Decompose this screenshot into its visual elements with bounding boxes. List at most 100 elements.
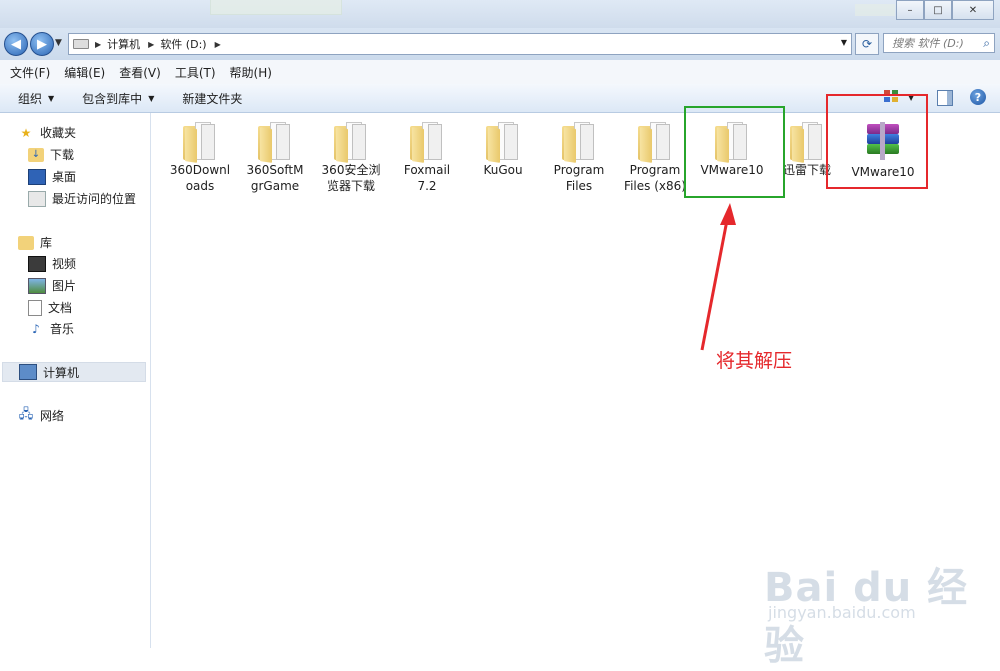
music-icon: ♪ xyxy=(32,321,40,336)
nav-documents-label: 文档 xyxy=(48,301,73,315)
desktop-icon xyxy=(28,168,46,185)
drive-icon xyxy=(73,39,89,49)
nav-computer[interactable]: 计算机 xyxy=(2,362,146,382)
network-icon: 🖧 xyxy=(18,406,34,422)
annotation-green-box xyxy=(684,106,785,198)
nav-recent-places[interactable]: 最近访问的位置 xyxy=(28,190,136,207)
file-name-label: KuGou xyxy=(483,163,523,177)
folder-item-360-browser-downloads[interactable]: 360安全浏 览器下载 xyxy=(316,120,386,194)
folder-icon xyxy=(258,120,292,163)
refresh-icon: ⟳ xyxy=(861,37,873,51)
refresh-button[interactable]: ⟳ xyxy=(855,33,879,55)
include-in-library-label: 包含到库中 xyxy=(82,91,143,106)
include-in-library-button[interactable]: 包含到库中 ▼ xyxy=(82,90,154,107)
minimize-button[interactable]: – xyxy=(896,0,924,20)
forward-button[interactable]: ▶ xyxy=(30,32,54,56)
close-button[interactable]: ✕ xyxy=(952,0,994,20)
annotation-arrow-icon xyxy=(700,203,736,351)
preview-pane-button[interactable] xyxy=(937,90,953,106)
breadcrumb-separator-icon[interactable]: ▶ xyxy=(95,40,101,49)
help-button[interactable]: ? xyxy=(970,89,986,105)
preview-pane-icon xyxy=(947,91,952,105)
recent-pages-dropdown[interactable]: ▼ xyxy=(55,38,62,48)
title-bar: – □ ✕ xyxy=(0,0,1000,28)
watermark-url: jingyan.baidu.com xyxy=(768,603,916,622)
file-name-label: 360安全浏 览器下载 xyxy=(321,163,381,193)
folder-item-360downloads[interactable]: 360Downl oads xyxy=(165,120,235,194)
baidu-watermark: Bai du 经验 jingyan.baidu.com xyxy=(760,555,970,669)
annotation-red-box xyxy=(826,94,928,189)
folder-icon xyxy=(334,120,368,163)
nav-downloads[interactable]: ↓ 下载 xyxy=(28,146,74,163)
folder-item-kugou[interactable]: KuGou xyxy=(468,120,538,178)
back-arrow-icon: ◀ xyxy=(11,36,21,52)
folder-item-program-files-x86[interactable]: Program Files (x86) xyxy=(620,120,690,194)
folder-icon xyxy=(790,120,824,163)
nav-pictures[interactable]: 图片 xyxy=(28,277,76,294)
nav-network[interactable]: 🖧 网络 xyxy=(18,407,64,424)
new-folder-button[interactable]: 新建文件夹 xyxy=(182,90,242,107)
file-name-label: Program Files (x86) xyxy=(624,163,686,193)
annotation-text: 将其解压 xyxy=(716,350,793,372)
folder-item-foxmail[interactable]: Foxmail 7.2 xyxy=(392,120,462,194)
star-icon: ★ xyxy=(20,125,32,140)
folder-icon xyxy=(638,120,672,163)
nav-libraries[interactable]: 库 xyxy=(18,234,52,251)
background-ghost-label xyxy=(855,4,895,16)
folder-icon xyxy=(183,120,217,163)
search-input[interactable]: 搜索 软件 (D:) ⌕ xyxy=(883,33,995,53)
nav-desktop-label: 桌面 xyxy=(52,170,77,184)
nav-music[interactable]: ♪ 音乐 xyxy=(28,320,74,337)
folder-item-360softmgrgame[interactable]: 360SoftM grGame xyxy=(240,120,310,194)
folder-icon xyxy=(410,120,444,163)
nav-desktop[interactable]: 桌面 xyxy=(28,168,76,185)
download-folder-icon: ↓ xyxy=(28,147,44,162)
nav-videos[interactable]: 视频 xyxy=(28,255,76,272)
maximize-button[interactable]: □ xyxy=(924,0,952,20)
nav-favorites[interactable]: ★ 收藏夹 xyxy=(18,124,76,141)
search-placeholder: 搜索 软件 (D:) xyxy=(892,37,964,50)
folder-item-program-files[interactable]: Program Files xyxy=(544,120,614,194)
address-bar[interactable]: ▶ 计算机 ▶ 软件 (D:) ▶ ▼ xyxy=(68,33,852,55)
nav-downloads-label: 下载 xyxy=(50,148,75,162)
back-button[interactable]: ◀ xyxy=(4,32,28,56)
recent-places-icon xyxy=(28,190,46,207)
menu-edit[interactable]: 编辑(E) xyxy=(64,64,105,81)
menu-file[interactable]: 文件(F) xyxy=(10,64,50,81)
navigation-pane: ★ 收藏夹 ↓ 下载 桌面 最近访问的位置 库 视频 图片 文档 ♪ 音乐 计算… xyxy=(0,113,151,648)
new-folder-label: 新建文件夹 xyxy=(182,91,243,106)
address-dropdown-icon[interactable]: ▼ xyxy=(841,38,847,47)
nav-computer-label: 计算机 xyxy=(43,365,80,380)
nav-network-label: 网络 xyxy=(40,409,65,423)
menu-view[interactable]: 查看(V) xyxy=(119,64,161,81)
breadcrumb-computer[interactable]: 计算机 xyxy=(107,36,140,52)
organize-label: 组织 xyxy=(18,91,43,106)
pictures-icon xyxy=(28,277,46,294)
menu-bar: 文件(F) 编辑(E) 查看(V) 工具(T) 帮助(H) xyxy=(0,60,1000,85)
nav-libraries-label: 库 xyxy=(40,236,53,250)
nav-documents[interactable]: 文档 xyxy=(28,299,72,316)
breadcrumb-drive-d[interactable]: 软件 (D:) xyxy=(160,36,206,52)
background-ghost-window xyxy=(210,0,342,15)
chevron-down-icon: ▼ xyxy=(148,93,155,103)
address-row: ◀ ▶ ▼ ▶ 计算机 ▶ 软件 (D:) ▶ ▼ ⟳ 搜索 软件 (D:) ⌕ xyxy=(0,28,1000,60)
nav-favorites-label: 收藏夹 xyxy=(40,126,77,140)
computer-icon xyxy=(19,364,37,380)
nav-videos-label: 视频 xyxy=(52,257,77,271)
breadcrumb-separator-icon[interactable]: ▶ xyxy=(215,40,221,49)
nav-recent-label: 最近访问的位置 xyxy=(52,192,137,206)
organize-button[interactable]: 组织 ▼ xyxy=(18,90,54,107)
search-icon[interactable]: ⌕ xyxy=(983,36,990,51)
file-name-label: 360Downl oads xyxy=(169,163,231,193)
file-name-label: Foxmail 7.2 xyxy=(403,163,451,193)
folder-icon xyxy=(562,120,596,163)
forward-arrow-icon: ▶ xyxy=(37,36,47,52)
folder-icon xyxy=(486,120,520,163)
video-icon xyxy=(28,255,46,272)
library-icon xyxy=(18,235,34,250)
breadcrumb-separator-icon[interactable]: ▶ xyxy=(148,40,154,49)
menu-help[interactable]: 帮助(H) xyxy=(230,64,272,81)
chevron-down-icon: ▼ xyxy=(48,93,55,103)
menu-tools[interactable]: 工具(T) xyxy=(175,64,216,81)
documents-icon xyxy=(28,299,42,316)
